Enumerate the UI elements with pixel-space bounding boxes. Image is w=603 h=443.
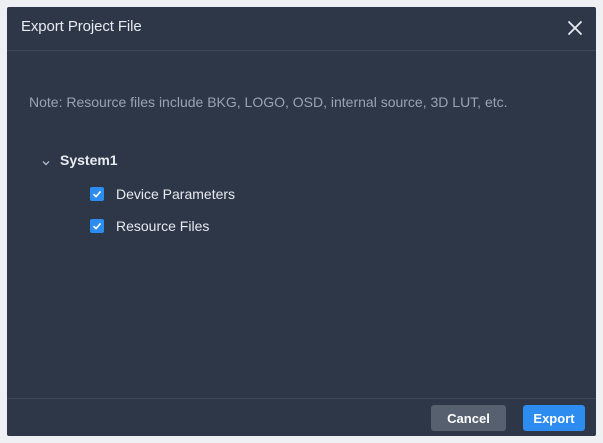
device-parameters-checkbox[interactable] — [90, 187, 104, 201]
tree-node-system1[interactable]: System1 — [41, 150, 118, 170]
checkmark-icon — [92, 190, 102, 198]
dialog-footer: Cancel Export — [7, 398, 596, 436]
export-project-dialog: Export Project File Note: Resource files… — [7, 7, 596, 436]
cancel-button[interactable]: Cancel — [431, 405, 506, 431]
export-button[interactable]: Export — [523, 405, 585, 431]
close-icon[interactable] — [564, 17, 586, 39]
note-text: Note: Resource files include BKG, LOGO, … — [29, 94, 508, 110]
checkmark-icon — [92, 222, 102, 230]
dialog-header: Export Project File — [7, 7, 596, 51]
resource-files-option[interactable]: Resource Files — [90, 216, 209, 236]
tree-root-label: System1 — [60, 152, 118, 168]
device-parameters-label: Device Parameters — [116, 186, 236, 202]
resource-files-label: Resource Files — [116, 218, 210, 234]
resource-files-checkbox[interactable] — [90, 219, 104, 233]
device-parameters-option[interactable]: Device Parameters — [90, 184, 235, 204]
chevron-down-icon[interactable] — [41, 155, 51, 166]
dialog-title: Export Project File — [21, 18, 142, 35]
